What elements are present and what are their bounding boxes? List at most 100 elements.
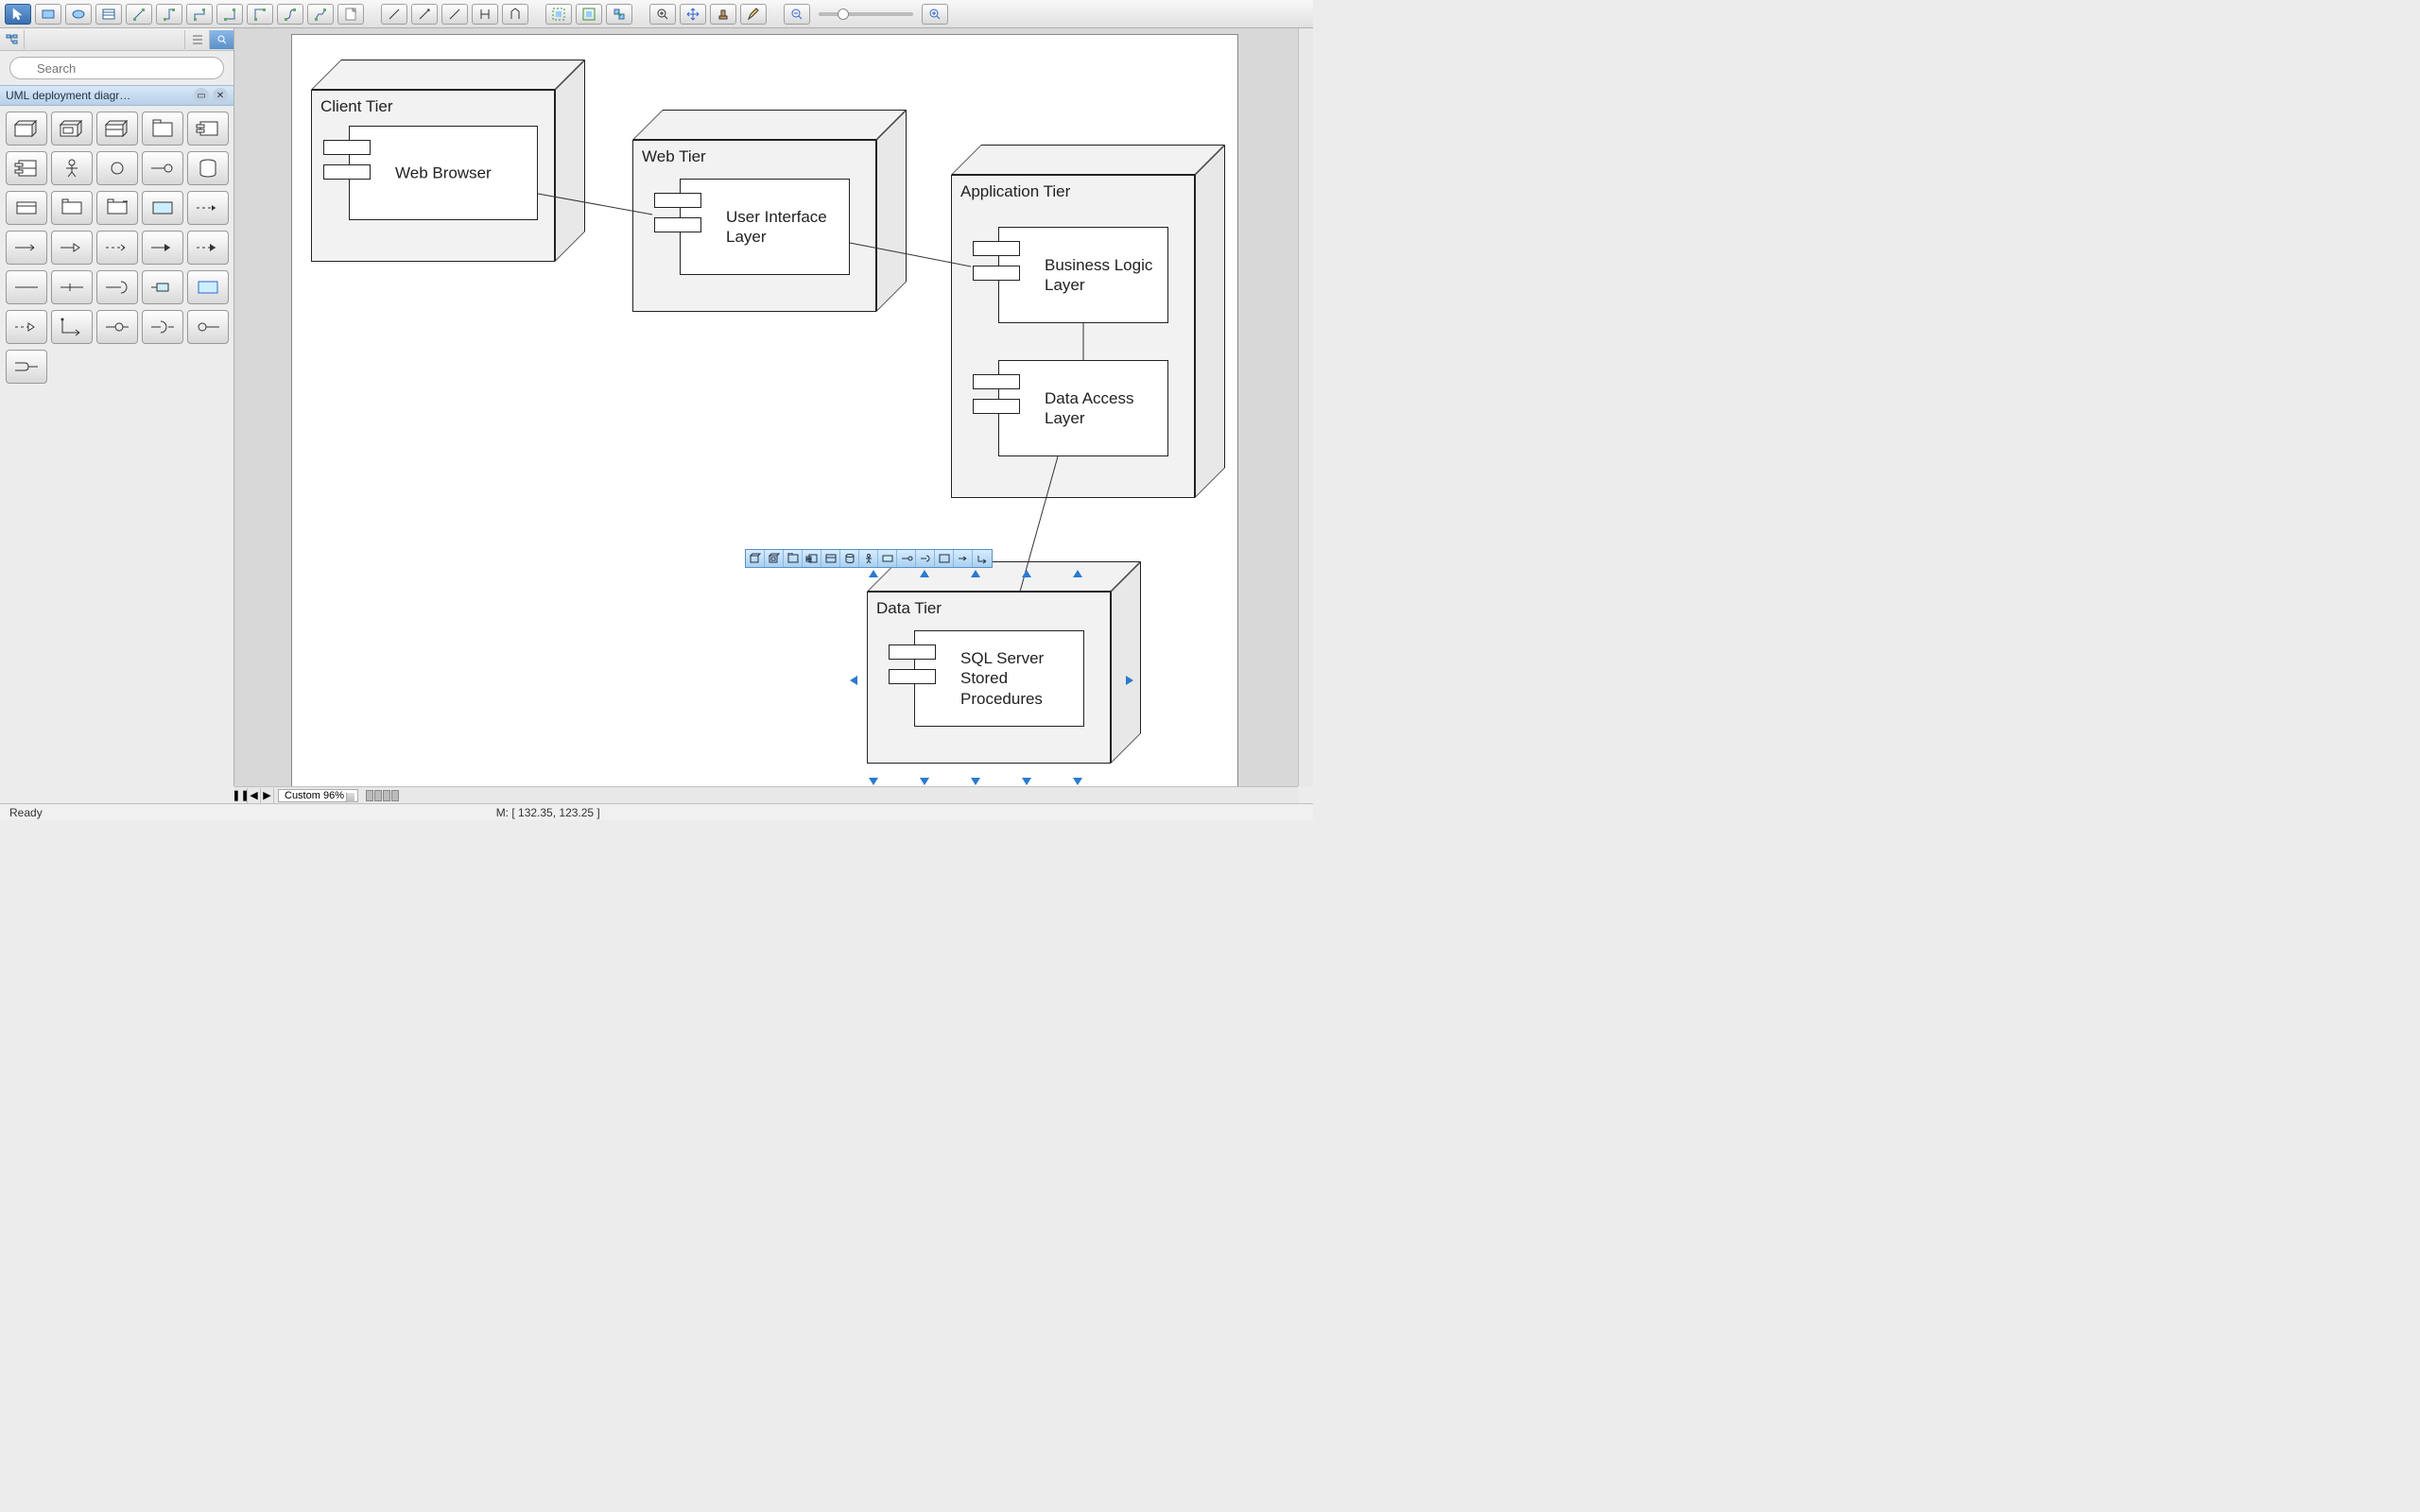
tool-group1[interactable] [545,4,572,25]
shape-lollipop[interactable] [142,151,183,185]
context-toolbar [745,549,993,568]
ctx-btn-3[interactable] [784,550,803,567]
zoom-selector[interactable]: Custom 96% [278,789,358,802]
sel-handle-top-3[interactable] [971,570,980,577]
hbar-pause-icon[interactable]: ❚❚ [234,788,248,803]
palette-detach-icon[interactable]: ▭ [194,88,209,103]
shape-socket-1[interactable] [96,270,138,304]
shape-database[interactable] [187,151,229,185]
shape-elbow[interactable] [51,310,93,344]
tool-page[interactable] [337,4,364,25]
palette-header[interactable]: UML deployment diagr… ▭ ✕ [0,85,233,106]
tool-ellipse[interactable] [65,4,92,25]
shape-arrow-2[interactable] [51,231,93,265]
sel-handle-left[interactable] [850,676,857,685]
shape-rect-small[interactable] [142,270,183,304]
ctx-btn-4[interactable] [803,550,821,567]
shape-node3d-2[interactable] [51,112,93,146]
shape-rect-2[interactable] [51,191,93,225]
shape-ball-1[interactable] [187,310,229,344]
sel-handle-bot-1[interactable] [869,778,878,785]
tool-zoom-in[interactable] [649,4,676,25]
ctx-btn-13[interactable] [973,550,992,567]
tool-line7[interactable] [307,4,334,25]
shape-merge[interactable] [6,350,47,384]
shape-rect-1[interactable] [6,191,47,225]
tool-group3[interactable] [606,4,632,25]
tool-line2[interactable] [156,4,182,25]
canvas-area[interactable]: Client Tier Web Browser Web Tier User In… [234,28,1298,786]
ctx-btn-12[interactable] [954,550,973,567]
sel-handle-bot-5[interactable] [1073,778,1082,785]
shape-arrow-dash-2[interactable] [96,231,138,265]
tool-conn4[interactable] [472,4,498,25]
tool-rectangle[interactable] [35,4,61,25]
shape-line-2[interactable] [51,270,93,304]
shape-node3d-1[interactable] [6,112,47,146]
sel-handle-bot-4[interactable] [1022,778,1031,785]
ctx-btn-7[interactable] [859,550,878,567]
ctx-btn-1[interactable] [746,550,765,567]
tool-conn3[interactable] [441,4,468,25]
shape-rect-4[interactable] [142,191,183,225]
shape-rect-3[interactable] [96,191,138,225]
shape-component-1[interactable] [187,112,229,146]
shape-arrow-dash-1[interactable] [187,191,229,225]
shape-package-1[interactable] [142,112,183,146]
tool-line5[interactable] [247,4,273,25]
tool-pen[interactable] [740,4,767,25]
sel-handle-bot-2[interactable] [920,778,929,785]
shape-interface[interactable] [96,151,138,185]
ctx-btn-2[interactable] [765,550,784,567]
drawing-canvas[interactable]: Client Tier Web Browser Web Tier User In… [291,34,1238,786]
shape-actor[interactable] [51,151,93,185]
sidebar-tab-search[interactable] [209,30,233,49]
vertical-scrollbar[interactable] [1298,28,1313,786]
sel-handle-top-2[interactable] [920,570,929,577]
shape-node3d-3[interactable] [96,112,138,146]
shape-socket-2[interactable] [142,310,183,344]
shape-arrow-dash-4[interactable] [6,310,47,344]
shape-arrow-3[interactable] [142,231,183,265]
view-mode-buttons[interactable] [366,790,399,801]
search-input[interactable] [9,57,224,79]
sel-handle-bot-3[interactable] [971,778,980,785]
tool-table[interactable] [95,4,122,25]
ctx-btn-8[interactable] [878,550,897,567]
sel-handle-top-5[interactable] [1073,570,1082,577]
shape-rect-blue[interactable] [187,270,229,304]
ctx-btn-10[interactable] [916,550,935,567]
status-coords: M: [ 132.35, 123.25 ] [496,806,600,819]
zoom-out-button[interactable] [784,4,810,25]
hbar-prev-icon[interactable]: ◀ [248,788,261,803]
tool-line1[interactable] [126,4,152,25]
sel-handle-top-1[interactable] [869,570,878,577]
tool-conn1[interactable] [381,4,407,25]
tool-group2[interactable] [576,4,602,25]
shape-line-1[interactable] [6,270,47,304]
sel-handle-right[interactable] [1126,676,1133,685]
palette-close-icon[interactable]: ✕ [213,88,228,103]
shape-ball-socket-1[interactable] [96,310,138,344]
hbar-next-icon[interactable]: ▶ [261,788,274,803]
ctx-btn-11[interactable] [935,550,954,567]
tool-line4[interactable] [216,4,243,25]
tool-line6[interactable] [277,4,303,25]
ctx-btn-9[interactable] [897,550,916,567]
ctx-btn-5[interactable] [821,550,840,567]
sidebar-tab-list[interactable] [184,30,209,49]
tool-pan[interactable] [680,4,706,25]
shape-arrow-dash-3[interactable] [187,231,229,265]
zoom-slider[interactable] [819,12,913,16]
tool-conn5[interactable] [502,4,528,25]
zoom-in-button[interactable] [922,4,948,25]
tool-pointer[interactable] [5,4,31,25]
tool-stamp[interactable] [710,4,736,25]
sidebar-tab-tree[interactable] [0,30,25,49]
shape-component-2[interactable] [6,151,47,185]
ctx-btn-6[interactable] [840,550,859,567]
shape-arrow-1[interactable] [6,231,47,265]
sel-handle-top-4[interactable] [1022,570,1031,577]
tool-line3[interactable] [186,4,213,25]
tool-conn2[interactable] [411,4,438,25]
